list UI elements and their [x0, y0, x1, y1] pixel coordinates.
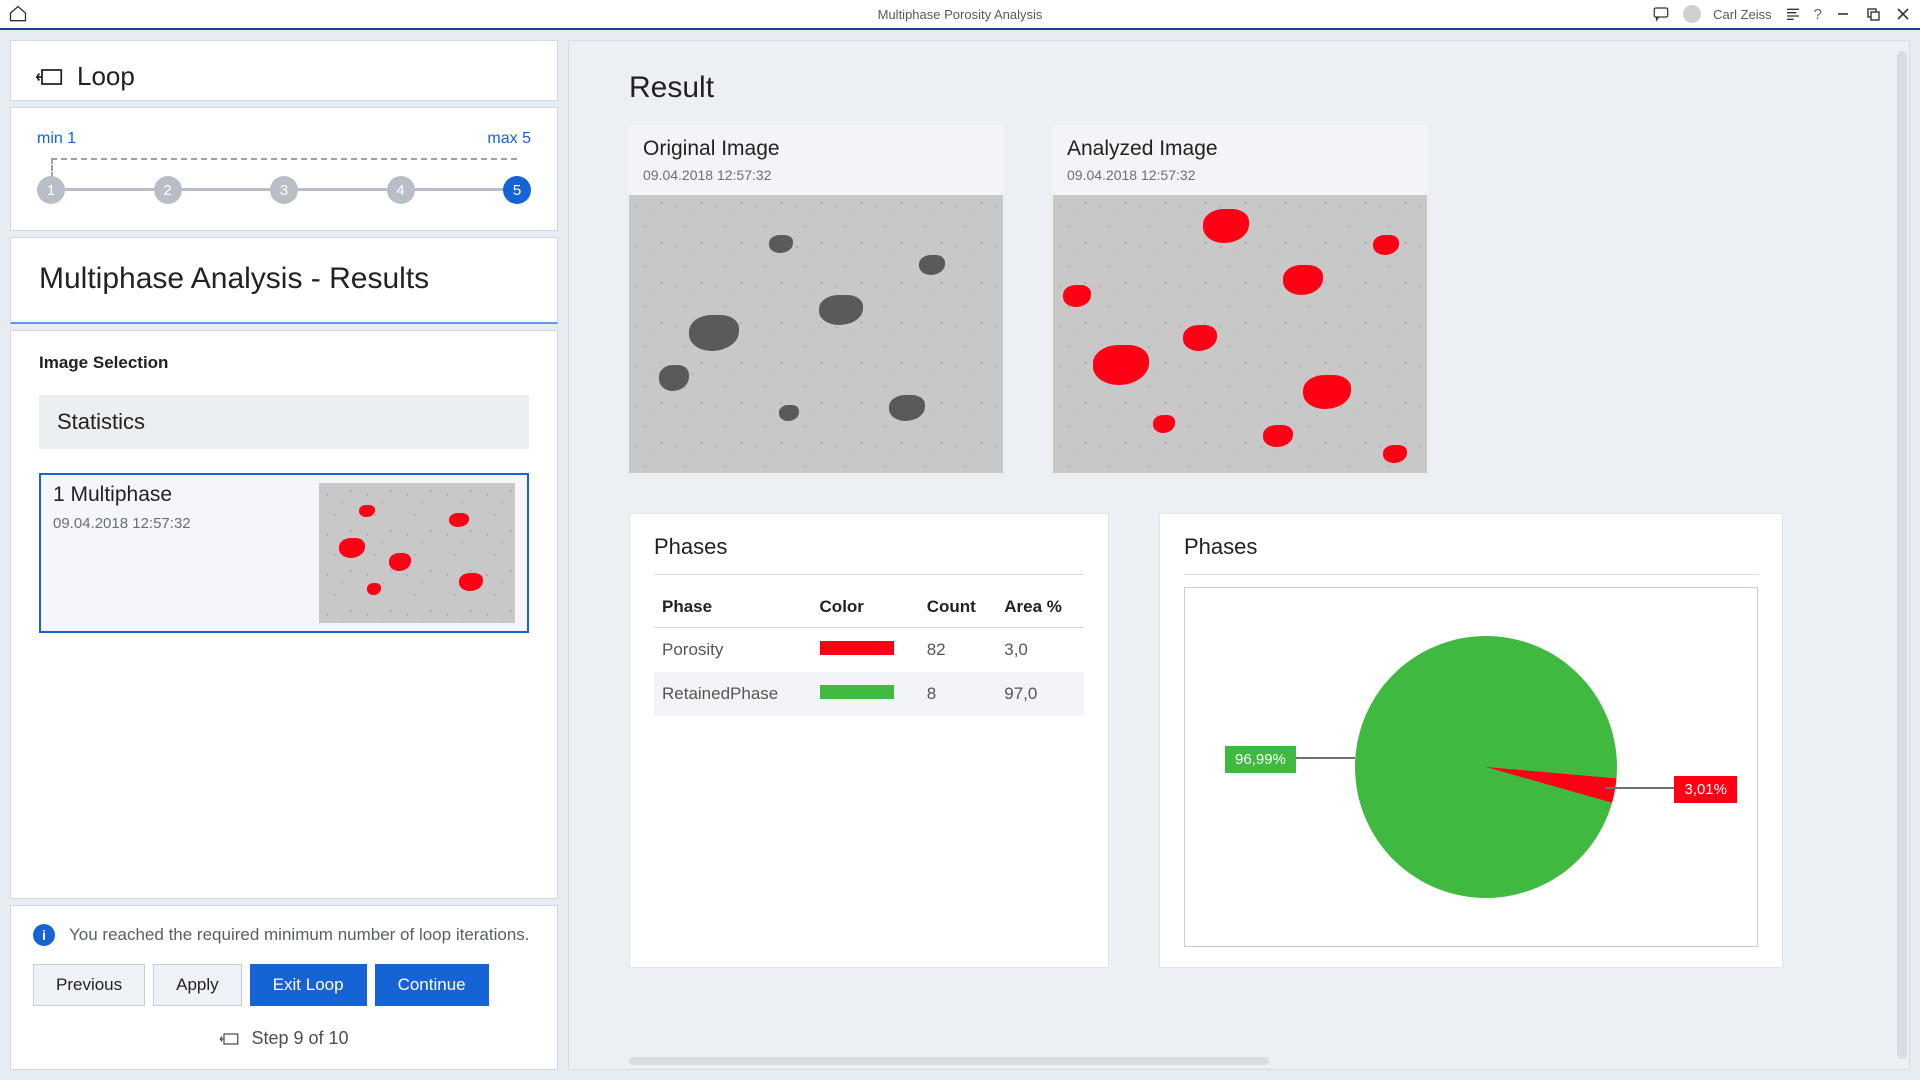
analyzed-image-timestamp: 09.04.2018 12:57:32 — [1067, 167, 1413, 183]
loop-max-label: max 5 — [487, 130, 531, 148]
pie-label-green: 96,99% — [1225, 746, 1296, 773]
image-selection-label: Image Selection — [39, 353, 529, 373]
step-icon — [219, 1031, 239, 1047]
loop-stepper: min 1 max 5 ⌄ 1 2 3 4 5 — [10, 107, 558, 231]
titlebar: Multiphase Porosity Analysis Carl Zeiss … — [0, 0, 1920, 30]
close-button[interactable] — [1894, 5, 1912, 23]
minimize-button[interactable] — [1834, 5, 1852, 23]
loop-min-label: min 1 — [37, 130, 76, 148]
col-count: Count — [919, 587, 997, 628]
image-selection-card: Image Selection Statistics 1 Multiphase … — [10, 330, 558, 899]
sidebar: Loop min 1 max 5 ⌄ 1 2 3 4 5 — [10, 40, 558, 1070]
original-image-timestamp: 09.04.2018 12:57:32 — [643, 167, 989, 183]
image-item-name: 1 Multiphase — [53, 483, 309, 507]
info-text: You reached the required minimum number … — [69, 925, 530, 945]
app-body: Loop min 1 max 5 ⌄ 1 2 3 4 5 — [0, 30, 1920, 1080]
help-icon[interactable]: ? — [1814, 6, 1822, 23]
results-title: Multiphase Analysis - Results — [39, 262, 529, 296]
phases-table: Phase Color Count Area % Porosity 82 3,0 — [654, 587, 1084, 716]
image-item-thumbnail — [319, 483, 515, 623]
exit-loop-button[interactable]: Exit Loop — [250, 964, 367, 1006]
results-title-card: Multiphase Analysis - Results — [10, 237, 558, 324]
home-icon[interactable] — [8, 4, 28, 24]
analyzed-image-title: Analyzed Image — [1067, 137, 1413, 161]
user-name: Carl Zeiss — [1713, 7, 1772, 22]
info-icon: i — [33, 924, 55, 946]
table-row: RetainedPhase 8 97,0 — [654, 672, 1084, 716]
result-heading: Result — [629, 71, 1849, 105]
statistics-bar[interactable]: Statistics — [39, 395, 529, 449]
phases-chart-heading: Phases — [1184, 534, 1758, 560]
continue-button[interactable]: Continue — [375, 964, 489, 1006]
maximize-button[interactable] — [1864, 5, 1882, 23]
phases-table-heading: Phases — [654, 534, 1084, 560]
comment-icon[interactable] — [1651, 5, 1671, 23]
loop-icon — [35, 66, 63, 88]
step-node-5[interactable]: 5 — [503, 176, 531, 204]
step-node-2[interactable]: 2 — [154, 176, 182, 204]
table-row: Porosity 82 3,0 — [654, 628, 1084, 673]
user-avatar[interactable] — [1683, 5, 1701, 23]
original-image-title: Original Image — [643, 137, 989, 161]
menu-lines-icon[interactable] — [1784, 6, 1802, 22]
loop-header-card: Loop — [10, 40, 558, 101]
col-color: Color — [812, 587, 919, 628]
analyzed-image[interactable] — [1053, 195, 1427, 473]
image-item-timestamp: 09.04.2018 12:57:32 — [53, 515, 309, 532]
step-node-4[interactable]: 4 — [387, 176, 415, 204]
apply-button[interactable]: Apply — [153, 964, 242, 1006]
step-node-3[interactable]: 3 — [270, 176, 298, 204]
phases-pie-chart: 96,99% 3,01% — [1184, 587, 1758, 947]
app-title: Multiphase Porosity Analysis — [878, 7, 1043, 22]
original-image[interactable] — [629, 195, 1003, 473]
phases-chart-panel: Phases 96,99% 3,01% — [1159, 513, 1783, 968]
pie-label-red: 3,01% — [1674, 776, 1737, 803]
main-panel: Result Original Image 09.04.2018 12:57:3… — [568, 40, 1910, 1070]
col-area: Area % — [996, 587, 1084, 628]
col-phase: Phase — [654, 587, 812, 628]
loop-label: Loop — [77, 61, 135, 92]
footer-card: i You reached the required minimum numbe… — [10, 905, 558, 1070]
stepper-nodes: 1 2 3 4 5 — [37, 176, 531, 204]
horizontal-scrollbar[interactable] — [629, 1057, 1269, 1065]
phases-table-panel: Phases Phase Color Count Area % Porosity — [629, 513, 1109, 968]
color-swatch-porosity — [820, 641, 894, 655]
step-node-1[interactable]: 1 — [37, 176, 65, 204]
step-indicator: Step 9 of 10 — [251, 1028, 348, 1049]
original-image-block: Original Image 09.04.2018 12:57:32 — [629, 125, 1003, 473]
previous-button[interactable]: Previous — [33, 964, 145, 1006]
image-list-item[interactable]: 1 Multiphase 09.04.2018 12:57:32 — [39, 473, 529, 633]
vertical-scrollbar[interactable] — [1897, 51, 1907, 1059]
color-swatch-retained — [820, 685, 894, 699]
analyzed-image-block: Analyzed Image 09.04.2018 12:57:32 — [1053, 125, 1427, 473]
